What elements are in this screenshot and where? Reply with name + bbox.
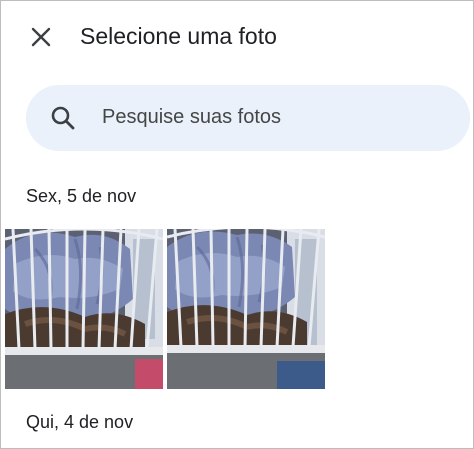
photo-thumbnail[interactable] (167, 229, 325, 389)
crib-photo-image (5, 229, 163, 389)
photo-thumbnail[interactable] (5, 229, 163, 389)
close-button[interactable] (25, 21, 57, 53)
dialog-title: Selecione uma foto (80, 23, 277, 49)
photo-picker-dialog: Selecione uma foto Pesquise suas fotos S… (0, 0, 474, 449)
date-header: Sex, 5 de nov (26, 186, 137, 206)
dialog-header: Selecione uma foto (1, 1, 473, 73)
date-header: Qui, 4 de nov (26, 412, 134, 432)
search-input[interactable]: Pesquise suas fotos (102, 106, 281, 129)
search-icon (51, 106, 75, 130)
photo-grid (5, 229, 325, 389)
close-icon (31, 27, 51, 47)
search-bar[interactable]: Pesquise suas fotos (26, 85, 470, 151)
crib-photo-image (167, 229, 325, 389)
